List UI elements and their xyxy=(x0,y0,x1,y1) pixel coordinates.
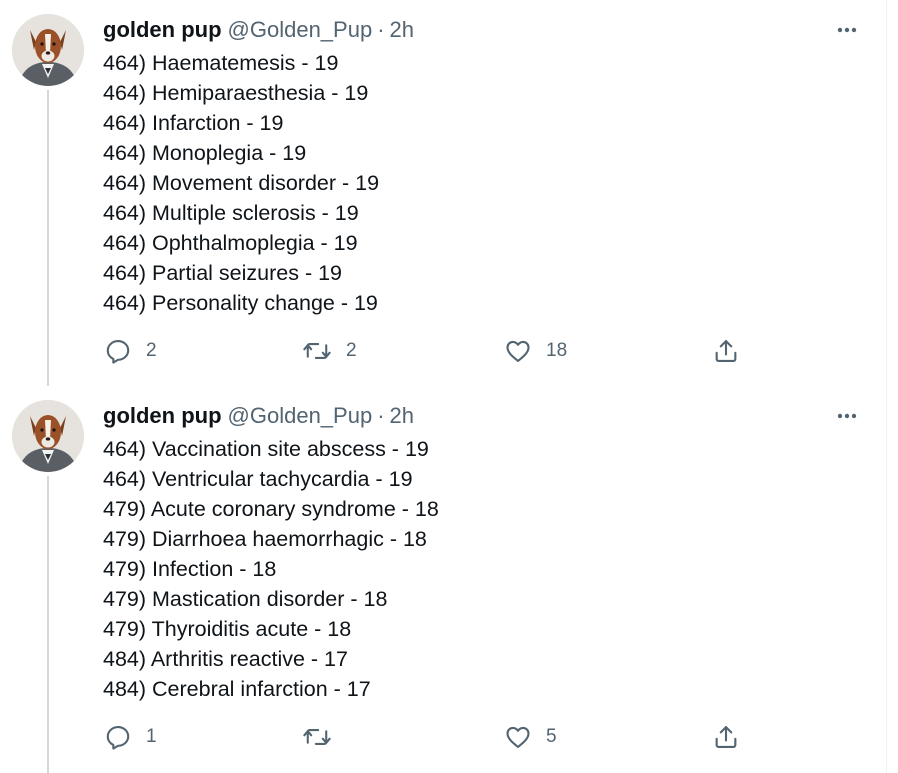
reply-button[interactable]: 2 xyxy=(104,334,157,368)
share-button[interactable] xyxy=(712,334,740,368)
tweet-text-line: 464) Hemiparaesthesia - 19 xyxy=(103,81,369,105)
tweet-text-line: 464) Ventricular tachycardia - 19 xyxy=(103,467,413,491)
display-name[interactable]: golden pup xyxy=(103,403,222,429)
tweet-text-line: 484) Arthritis reactive - 17 xyxy=(103,647,348,671)
reply-button[interactable]: 1 xyxy=(104,720,157,754)
more-options-button[interactable] xyxy=(832,404,862,428)
avatar[interactable] xyxy=(12,14,84,86)
tweet-text-line: 464) Movement disorder - 19 xyxy=(103,171,380,195)
retweet-button[interactable]: 2 xyxy=(302,334,357,368)
tweet-text-line: 479) Infection - 18 xyxy=(103,557,277,581)
tweet-header: golden pup @Golden_Pup · 2h xyxy=(103,402,414,430)
tweet-text-line: 479) Acute coronary syndrome - 18 xyxy=(103,497,439,521)
tweet-text: 464) Haematemesis - 19 464) Hemiparaesth… xyxy=(103,48,379,318)
tweet-text-line: 464) Monoplegia - 19 xyxy=(103,141,307,165)
share-icon xyxy=(715,726,737,748)
tweet-text-line: 479) Thyroiditis acute - 18 xyxy=(103,617,352,641)
reply-count: 2 xyxy=(146,340,157,361)
more-horizontal-icon xyxy=(837,27,857,33)
heart-icon xyxy=(506,726,530,748)
more-horizontal-icon xyxy=(837,413,857,419)
tweet-text-line: 464) Multiple sclerosis - 19 xyxy=(103,201,359,225)
timestamp[interactable]: 2h xyxy=(390,17,414,43)
tweet-header: golden pup @Golden_Pup · 2h xyxy=(103,16,414,44)
tweet-text-line: 464) Infarction - 19 xyxy=(103,111,284,135)
tweet-text-line: 464) Vaccination site abscess - 19 xyxy=(103,437,429,461)
retweet-icon xyxy=(303,729,331,745)
separator-dot: · xyxy=(377,403,385,428)
like-count: 18 xyxy=(546,340,568,361)
tweet-actions: 2 2 18 xyxy=(0,334,886,368)
tweet-text-line: 464) Haematemesis - 19 xyxy=(103,51,339,75)
display-name[interactable]: golden pup xyxy=(103,17,222,43)
more-options-button[interactable] xyxy=(832,18,862,42)
user-handle[interactable]: @Golden_Pup xyxy=(228,17,373,43)
retweet-count: 2 xyxy=(346,340,357,361)
tweet-actions: 1 5 xyxy=(0,720,886,754)
tweet-text-line: 484) Cerebral infarction - 17 xyxy=(103,677,371,701)
tweet-text-line: 464) Ophthalmoplegia - 19 xyxy=(103,231,358,255)
avatar[interactable] xyxy=(12,400,84,472)
tweet[interactable]: golden pup @Golden_Pup · 2h 464) Haemate… xyxy=(0,0,886,386)
reply-icon xyxy=(106,726,130,750)
tweet-text: 464) Vaccination site abscess - 19 464) … xyxy=(103,434,439,704)
share-button[interactable] xyxy=(712,720,740,754)
user-handle[interactable]: @Golden_Pup xyxy=(228,403,373,429)
reply-count: 1 xyxy=(146,726,157,747)
tweet-text-line: 479) Mastication disorder - 18 xyxy=(103,587,388,611)
tweet-text-line: 464) Partial seizures - 19 xyxy=(103,261,342,285)
reply-icon xyxy=(106,340,130,364)
share-icon xyxy=(715,340,737,362)
heart-icon xyxy=(506,340,530,362)
like-count: 5 xyxy=(546,726,557,747)
tweet[interactable]: golden pup @Golden_Pup · 2h 464) Vaccina… xyxy=(0,386,886,773)
like-button[interactable]: 18 xyxy=(504,334,567,368)
separator-dot: · xyxy=(377,17,385,42)
tweet-text-line: 479) Diarrhoea haemorrhagic - 18 xyxy=(103,527,427,551)
like-button[interactable]: 5 xyxy=(504,720,557,754)
retweet-icon xyxy=(303,343,331,359)
tweet-text-line: 464) Personality change - 19 xyxy=(103,291,378,315)
timeline-border xyxy=(886,0,887,773)
timestamp[interactable]: 2h xyxy=(390,403,414,429)
retweet-button[interactable] xyxy=(302,720,346,754)
